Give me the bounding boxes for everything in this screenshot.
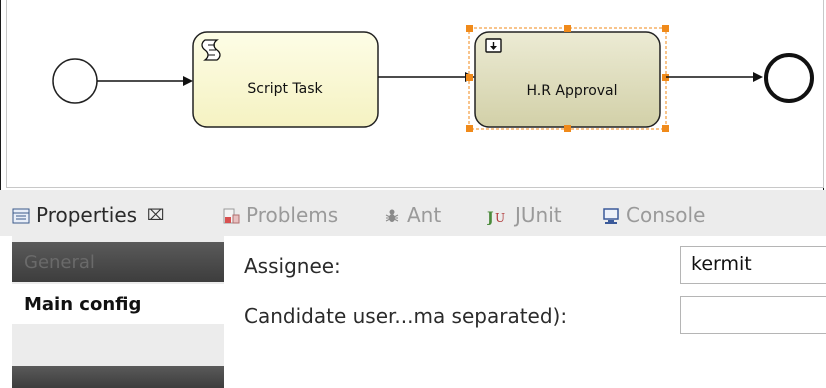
script-task[interactable]: Script Task [192, 31, 379, 128]
assignee-label: Assignee: [244, 254, 341, 278]
start-event[interactable] [52, 58, 98, 104]
script-task-label: Script Task [247, 81, 323, 97]
tab-problems[interactable]: Problems [222, 198, 338, 232]
tab-ant-label: Ant [407, 203, 442, 227]
candidate-users-label: Candidate user...ma separated): [244, 304, 568, 328]
sidebar-item-label: Main config [24, 293, 142, 315]
svg-text:U: U [495, 211, 505, 225]
tab-problems-label: Problems [246, 203, 339, 227]
hr-approval-task[interactable]: H.R Approval [466, 25, 669, 132]
tab-console[interactable]: Console [602, 198, 705, 232]
tab-properties-label: Properties [36, 203, 138, 227]
end-event[interactable] [764, 53, 814, 103]
tab-junit[interactable]: JU JUnit [485, 198, 562, 232]
tab-properties[interactable]: Properties ⌧ [12, 198, 164, 232]
sidebar-item-main-config[interactable]: Main config [12, 284, 224, 324]
sidebar-item-general[interactable]: General [12, 242, 224, 282]
hr-approval-label: H.R Approval [526, 83, 617, 99]
properties-content: General Main config Assignee: kermit Can… [0, 236, 826, 388]
properties-icon [12, 206, 30, 224]
process-diagram: Script Task H.R Approval [52, 25, 814, 132]
ant-icon [383, 206, 401, 224]
close-icon[interactable]: ⌧ [147, 206, 164, 224]
view-tab-bar: Properties ⌧ Problems Ant JU JUnit Conso… [0, 190, 826, 236]
arrowhead-icon [183, 76, 193, 86]
properties-sidebar: General Main config [12, 236, 224, 388]
junit-icon: JU [485, 206, 509, 226]
tab-console-label: Console [626, 203, 706, 227]
assignee-field[interactable]: kermit [680, 246, 826, 284]
sidebar-item-label: General [24, 251, 95, 273]
sidebar-item-next[interactable] [12, 366, 224, 388]
tab-ant[interactable]: Ant [383, 198, 441, 232]
svg-text:J: J [487, 210, 494, 225]
user-task-icon [485, 38, 502, 53]
console-icon [602, 206, 620, 224]
diagram-canvas[interactable]: Script Task H.R Approval [6, 0, 824, 188]
properties-panel: Properties ⌧ Problems Ant JU JUnit Conso… [0, 190, 826, 388]
arrowhead-icon [753, 72, 763, 82]
tab-junit-label: JUnit [515, 203, 562, 227]
candidate-users-field[interactable] [680, 296, 826, 334]
problems-icon [222, 206, 240, 224]
